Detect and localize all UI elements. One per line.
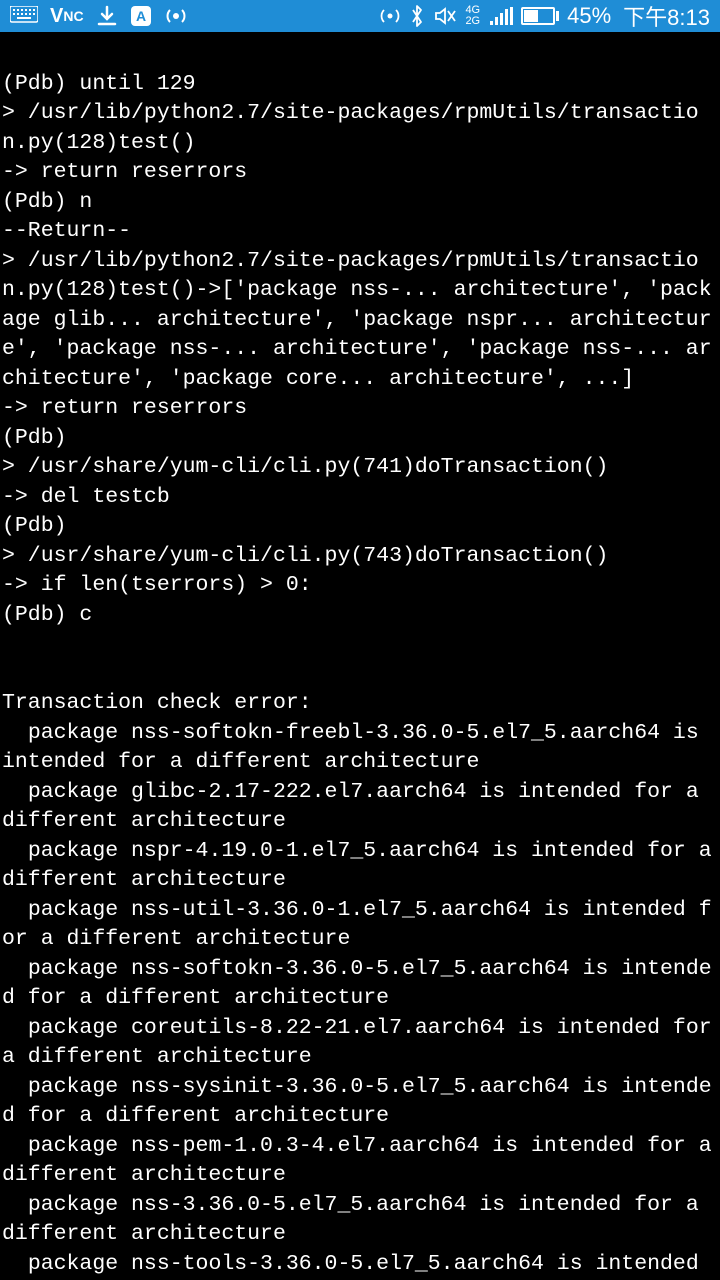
- keyboard-icon[interactable]: [10, 6, 38, 26]
- mute-icon: [433, 5, 457, 27]
- signal-icon: [490, 7, 513, 25]
- status-bar: VNC A 4G 2G 45% 下午8:13: [0, 0, 720, 32]
- download-icon[interactable]: [96, 5, 118, 27]
- hotspot-icon: [379, 5, 401, 27]
- svg-text:A: A: [136, 8, 146, 24]
- vnc-icon[interactable]: VNC: [50, 5, 84, 28]
- bluetooth-icon: [409, 4, 425, 28]
- status-right: 4G 2G 45% 下午8:13: [379, 0, 710, 32]
- terminal-output: (Pdb) until 129 > /usr/lib/python2.7/sit…: [2, 72, 720, 1280]
- network-type: 4G 2G: [465, 5, 480, 27]
- terminal[interactable]: (Pdb) until 129 > /usr/lib/python2.7/sit…: [0, 32, 720, 1280]
- battery-icon: [521, 7, 559, 25]
- broadcast-icon[interactable]: [164, 4, 188, 28]
- battery-percent: 45%: [567, 3, 611, 29]
- net-bottom-label: 2G: [465, 16, 480, 27]
- status-left: VNC A: [10, 4, 188, 28]
- clock: 下午8:13: [623, 0, 710, 32]
- app-a-icon[interactable]: A: [130, 5, 152, 27]
